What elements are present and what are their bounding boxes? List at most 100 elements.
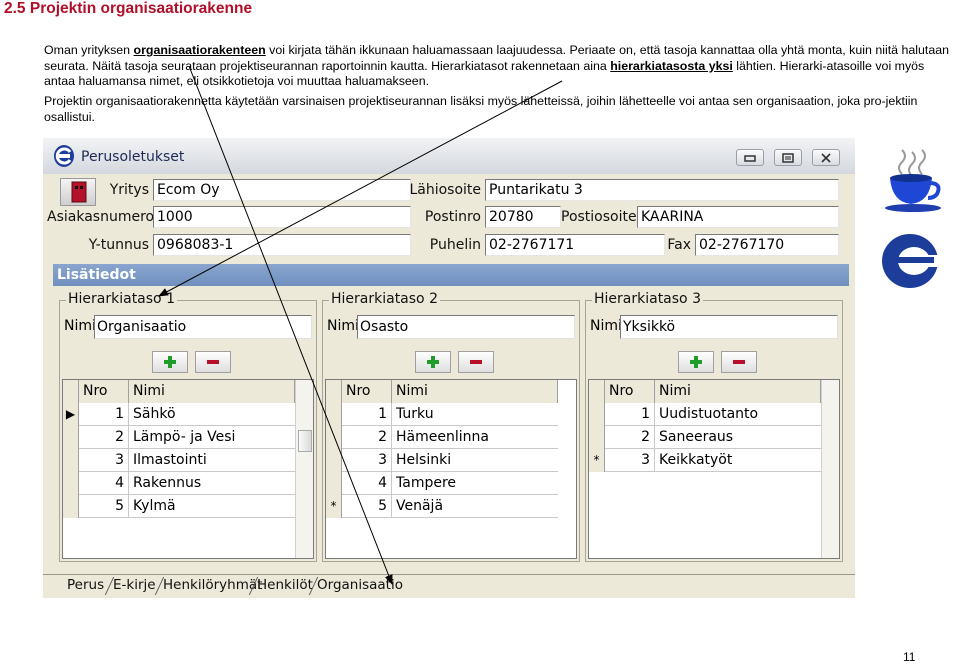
red-card-icon bbox=[71, 181, 87, 203]
level-one-emphasis: hierarkiatasosta yksi bbox=[610, 58, 733, 73]
table-row[interactable]: * 5 Venäjä bbox=[326, 495, 558, 518]
ytunnus-label: Y-tunnus bbox=[88, 237, 149, 253]
level-grid[interactable]: Nro Nimi 1 Turku 2 Hämeenlinna 3 Helsinki 4… bbox=[325, 379, 577, 559]
maximize-button[interactable] bbox=[774, 149, 802, 166]
postiosoite-field[interactable]: KAARINA bbox=[637, 206, 839, 228]
tab-organisaatio[interactable]: Organisaatio bbox=[317, 575, 403, 595]
usage-paragraph: Projektin organisaatiorakennetta käytetä… bbox=[44, 94, 918, 124]
yritys-field[interactable]: Ecom Oy bbox=[153, 179, 411, 201]
lisatiedot-section-header: Lisätiedot bbox=[53, 264, 849, 286]
table-row[interactable]: 3 Helsinki bbox=[326, 449, 558, 472]
title-bar: Perusoletukset bbox=[43, 138, 855, 174]
table-row[interactable]: ▶ 1 Sähkö bbox=[63, 403, 295, 426]
table-row[interactable]: 4 Tampere bbox=[326, 472, 558, 495]
perusoletukset-window: Perusoletukset Yritys Ecom Oy Asiakasnum… bbox=[43, 138, 855, 598]
asiakasnumero-label: Asiakasnumero bbox=[47, 209, 155, 225]
add-row-button[interactable] bbox=[415, 351, 451, 373]
hierarchy-level-2-group: Hierarkiataso 2 Nimi Osasto Nro Nimi 1 Tu… bbox=[322, 291, 580, 562]
level-grid[interactable]: Nro Nimi 1 Uudistuotanto 2 Saneeraus * 3 Kei… bbox=[588, 379, 840, 559]
grid-header: Nro Nimi bbox=[326, 380, 558, 403]
coffee-cup-icon bbox=[885, 149, 941, 212]
table-row[interactable]: 2 Lämpö- ja Vesi bbox=[63, 426, 295, 449]
page-number: 11 bbox=[903, 650, 916, 664]
grid-scrollbar[interactable] bbox=[295, 380, 313, 558]
hierarchy-level-3-group: Hierarkiataso 3 Nimi Yksikkö Nro Nimi 1U… bbox=[585, 291, 843, 562]
remove-row-button[interactable] bbox=[458, 351, 494, 373]
group-title: Hierarkiataso 1 bbox=[66, 291, 177, 307]
table-row[interactable]: 3 Ilmastointi bbox=[63, 449, 295, 472]
table-row[interactable]: 2 Hämeenlinna bbox=[326, 426, 558, 449]
lahiosoite-field[interactable]: Puntarikatu 3 bbox=[485, 179, 839, 201]
level-name-field[interactable]: Organisaatio bbox=[94, 315, 312, 339]
level-name-field[interactable]: Yksikkö bbox=[620, 315, 838, 339]
col-nimi-header[interactable]: Nimi bbox=[655, 380, 821, 403]
grid-header: Nro Nimi bbox=[589, 380, 821, 403]
minus-icon bbox=[470, 360, 482, 364]
level-name-field[interactable]: Osasto bbox=[357, 315, 575, 339]
company-card-button[interactable] bbox=[60, 178, 96, 206]
remove-row-button[interactable] bbox=[721, 351, 757, 373]
app-logo-icon bbox=[54, 145, 74, 167]
ytunnus-field[interactable]: 0968083-1 bbox=[153, 234, 411, 256]
level-grid[interactable]: Nro Nimi ▶ 1 Sähkö 2 Lämpö- ja Vesi 3 Ilmast… bbox=[62, 379, 314, 559]
col-nro-header[interactable]: Nro bbox=[605, 380, 655, 403]
fax-field[interactable]: 02-2767170 bbox=[695, 234, 839, 256]
postiosoite-label: Postiosoite bbox=[561, 209, 637, 225]
new-row-icon: * bbox=[589, 449, 605, 472]
table-row[interactable]: 5 Kylmä bbox=[63, 495, 295, 518]
postinro-label: Postinro bbox=[424, 209, 481, 225]
table-row[interactable]: 2 Saneeraus bbox=[589, 426, 821, 449]
maximize-icon bbox=[782, 152, 794, 163]
minimize-icon bbox=[744, 154, 756, 162]
minimize-button[interactable] bbox=[736, 149, 764, 166]
close-icon bbox=[821, 152, 831, 163]
nimi-label: Nimi bbox=[327, 318, 359, 334]
group-title: Hierarkiataso 2 bbox=[329, 291, 440, 307]
c-logo-icon bbox=[882, 234, 946, 288]
table-row[interactable]: * 3 Keikkatyöt bbox=[589, 449, 821, 472]
table-row[interactable]: 4 Rakennus bbox=[63, 472, 295, 495]
col-nimi-header[interactable]: Nimi bbox=[392, 380, 558, 403]
puhelin-label: Puhelin bbox=[429, 237, 481, 253]
plus-icon bbox=[690, 356, 702, 368]
table-row[interactable]: 1 Turku bbox=[326, 403, 558, 426]
tab-henkilot[interactable]: Henkilöt bbox=[257, 575, 313, 595]
company-info-panel: Yritys Ecom Oy Asiakasnumero 1000 Y-tunn… bbox=[43, 174, 855, 264]
grid-header: Nro Nimi bbox=[63, 380, 295, 403]
table-row[interactable]: 1 Uudistuotanto bbox=[589, 403, 821, 426]
plus-icon bbox=[164, 356, 176, 368]
nimi-label: Nimi bbox=[590, 318, 622, 334]
plus-icon bbox=[427, 356, 439, 368]
window-title: Perusoletukset bbox=[81, 149, 185, 165]
scroll-thumb[interactable] bbox=[298, 430, 312, 452]
tab-henkiloryhmat[interactable]: Henkilöryhmät bbox=[163, 575, 262, 595]
fax-label: Fax bbox=[667, 237, 691, 253]
tab-perus[interactable]: Perus bbox=[67, 575, 104, 595]
puhelin-field[interactable]: 02-2767171 bbox=[485, 234, 665, 256]
side-icons bbox=[880, 148, 948, 296]
yritys-label: Yritys bbox=[109, 182, 149, 198]
close-button[interactable] bbox=[812, 149, 840, 166]
col-nimi-header[interactable]: Nimi bbox=[129, 380, 295, 403]
add-row-button[interactable] bbox=[152, 351, 188, 373]
add-row-button[interactable] bbox=[678, 351, 714, 373]
minus-icon bbox=[207, 360, 219, 364]
minus-icon bbox=[733, 360, 745, 364]
new-row-icon: * bbox=[326, 495, 342, 518]
postinro-field[interactable]: 20780 bbox=[485, 206, 561, 228]
tab-strip: Perus E-kirje Henkilöryhmät Henkilöt Org… bbox=[43, 574, 855, 598]
lahiosoite-label: Lähiosoite bbox=[409, 182, 481, 198]
hierarchy-level-1-group: Hierarkiataso 1 Nimi Organisaatio Nro Ni… bbox=[59, 291, 317, 562]
group-title: Hierarkiataso 3 bbox=[592, 291, 703, 307]
col-nro-header[interactable]: Nro bbox=[342, 380, 392, 403]
remove-row-button[interactable] bbox=[195, 351, 231, 373]
intro-paragraph: Oman yrityksen organisaatiorakenteen voi… bbox=[44, 43, 950, 89]
current-row-icon: ▶ bbox=[63, 403, 79, 426]
grid-scrollbar[interactable] bbox=[821, 380, 839, 558]
organisation-link: organisaatiorakenteen bbox=[133, 43, 266, 57]
section-heading: 2.5 Projektin organisaatiorakenne bbox=[4, 0, 253, 17]
asiakasnumero-field[interactable]: 1000 bbox=[153, 206, 411, 228]
tab-e-kirje[interactable]: E-kirje bbox=[113, 575, 156, 595]
col-nro-header[interactable]: Nro bbox=[79, 380, 129, 403]
nimi-label: Nimi bbox=[64, 318, 96, 334]
